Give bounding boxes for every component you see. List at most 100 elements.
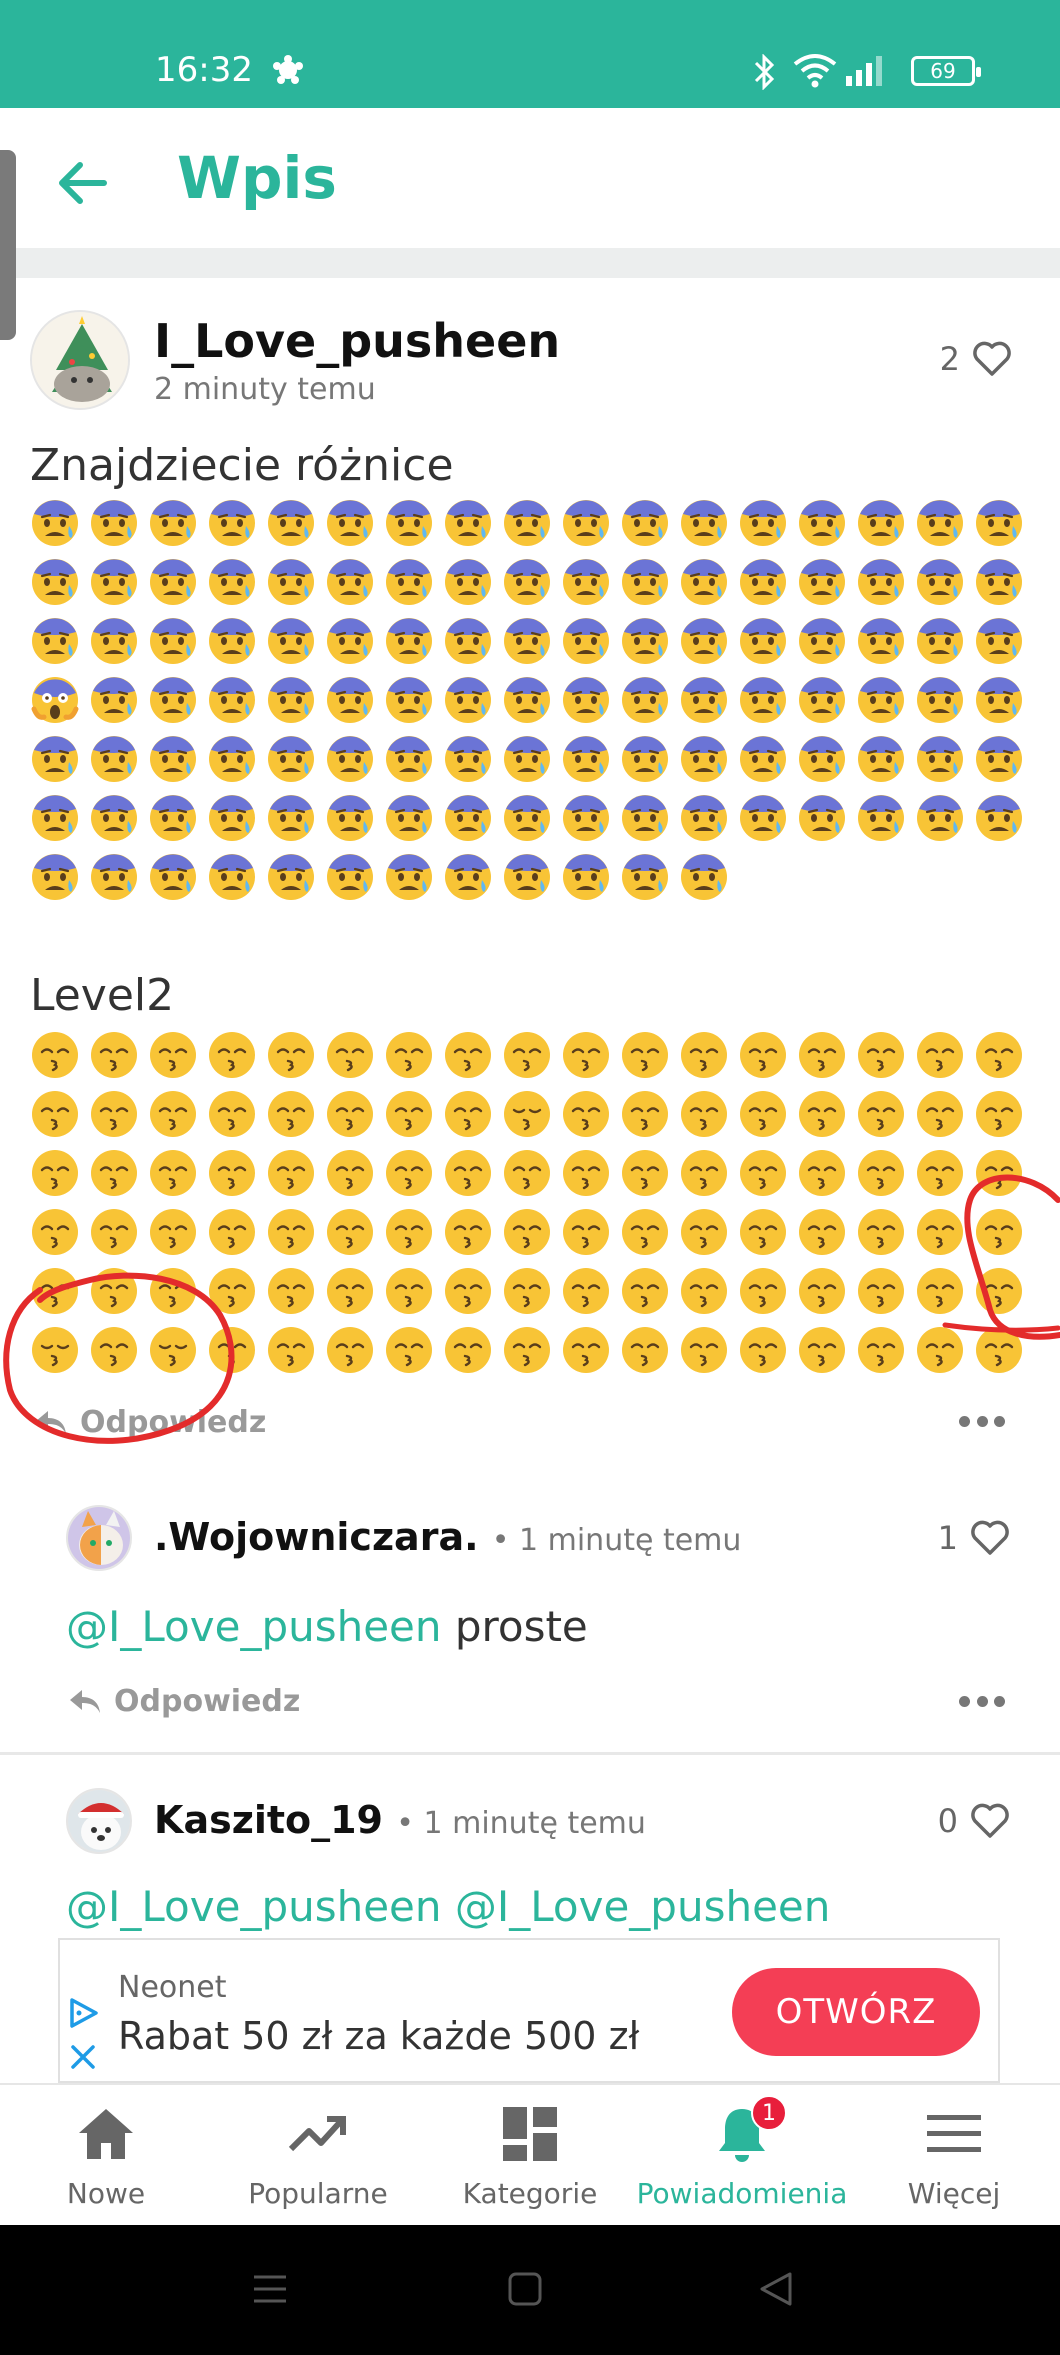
commenter-name[interactable]: Kaszito_19: [154, 1798, 383, 1842]
anxious-face-with-sweat-icon: [858, 795, 904, 841]
ad-open-button[interactable]: OTWÓRZ: [732, 1968, 980, 2056]
anxious-face-with-sweat-icon: [917, 559, 963, 605]
comment-likes[interactable]: 0: [938, 1802, 1010, 1840]
anxious-face-with-sweat-icon: [976, 795, 1022, 841]
nav-label: Więcej: [907, 2177, 1001, 2210]
comment-reply-button[interactable]: Odpowiedz: [68, 1684, 300, 1719]
anxious-face-with-sweat-icon: [799, 618, 845, 664]
anxious-face-with-sweat-icon: [858, 559, 904, 605]
post-likes[interactable]: 2: [940, 340, 1012, 378]
kissing-face-smiling-eyes-icon: [858, 1209, 904, 1255]
comment-body: proste: [441, 1602, 588, 1651]
ad-close-icon[interactable]: [68, 2042, 98, 2072]
ad-banner[interactable]: Neonet Rabat 50 zł za każde 500 zł OTWÓR…: [58, 1938, 1000, 2083]
heart-icon[interactable]: [970, 1520, 1010, 1556]
anxious-face-with-sweat-icon: [622, 854, 668, 900]
edge-panel-handle[interactable]: [0, 150, 16, 340]
back-arrow-icon[interactable]: [52, 158, 112, 208]
anxious-face-with-sweat-icon: [681, 854, 727, 900]
anxious-face-with-sweat-icon: [504, 500, 550, 546]
anxious-face-with-sweat-icon: [327, 500, 373, 546]
anxious-face-with-sweat-icon: [563, 795, 609, 841]
anxious-face-with-sweat-icon: [327, 736, 373, 782]
kissing-face-smiling-eyes-icon: [681, 1150, 727, 1196]
reply-arrow-icon: [70, 1689, 100, 1713]
kissing-face-smiling-eyes-icon: [504, 1150, 550, 1196]
ad-sponsor: Neonet: [118, 1970, 227, 2005]
heart-icon[interactable]: [970, 1803, 1010, 1839]
anxious-face-with-sweat-icon: [917, 500, 963, 546]
anxious-face-with-sweat-icon: [327, 618, 373, 664]
system-back-icon[interactable]: [758, 2271, 794, 2307]
anxious-face-with-sweat-icon: [799, 736, 845, 782]
anxious-face-with-sweat-icon: [799, 677, 845, 723]
kissing-face-smiling-eyes-icon: [740, 1091, 786, 1137]
commenter-username[interactable]: .Wojowniczara. • 1 minutę temu: [154, 1515, 741, 1559]
anxious-face-with-sweat-icon: [327, 677, 373, 723]
comment-more-options[interactable]: [959, 1696, 1005, 1710]
nav-categories[interactable]: Kategorie: [424, 2085, 636, 2225]
kissing-face-smiling-eyes-icon: [150, 1209, 196, 1255]
kissing-face-smiling-eyes-icon: [91, 1150, 137, 1196]
anxious-face-with-sweat-icon: [209, 736, 255, 782]
nav-more[interactable]: Więcej: [848, 2085, 1060, 2225]
anxious-face-with-sweat-icon: [268, 736, 314, 782]
anxious-face-with-sweat-icon: [327, 795, 373, 841]
anxious-face-with-sweat-icon: [858, 677, 904, 723]
kissing-face-smiling-eyes-icon: [858, 1032, 904, 1078]
nav-label: Kategorie: [462, 2177, 598, 2210]
anxious-face-with-sweat-icon: [917, 736, 963, 782]
heart-icon[interactable]: [972, 341, 1012, 377]
kissing-face-smiling-eyes-icon: [563, 1032, 609, 1078]
anxious-face-with-sweat-icon: [150, 854, 196, 900]
anxious-face-with-sweat-icon: [917, 677, 963, 723]
anxious-face-with-sweat-icon: [150, 736, 196, 782]
kissing-face-smiling-eyes-icon: [622, 1209, 668, 1255]
kissing-face-smiling-eyes-icon: [268, 1032, 314, 1078]
kissing-face-smiling-eyes-icon: [386, 1032, 432, 1078]
home-button-icon[interactable]: [507, 2271, 543, 2307]
ad-choices-icon[interactable]: [66, 1996, 100, 2030]
anxious-face-with-sweat-icon: [622, 677, 668, 723]
anxious-face-with-sweat-icon: [504, 559, 550, 605]
anxious-face-with-sweat-icon: [799, 559, 845, 605]
commenter-avatar[interactable]: [66, 1788, 132, 1854]
kissing-face-smiling-eyes-icon: [209, 1032, 255, 1078]
dog-santa-avatar-icon: [68, 1790, 130, 1852]
anxious-face-with-sweat-icon: [740, 795, 786, 841]
anxious-face-with-sweat-icon: [563, 500, 609, 546]
nav-new[interactable]: Nowe: [0, 2085, 212, 2225]
grid-icon: [503, 2107, 557, 2161]
anxious-face-with-sweat-icon: [858, 736, 904, 782]
kissing-face-smiling-eyes-icon: [622, 1268, 668, 1314]
anxious-face-with-sweat-icon: [858, 500, 904, 546]
post-text-line-1: Znajdziecie różnice: [30, 440, 454, 491]
commenter-username[interactable]: Kaszito_19 • 1 minutę temu: [154, 1798, 646, 1842]
kissing-face-smiling-eyes-icon: [740, 1209, 786, 1255]
kissing-face-smiling-eyes-icon: [504, 1327, 550, 1373]
nav-notifications[interactable]: 1 Powiadomienia: [636, 2085, 848, 2225]
kissing-face-smiling-eyes-icon: [858, 1327, 904, 1373]
post-more-options[interactable]: [959, 1416, 1005, 1430]
kissing-face-smiling-eyes-icon: [32, 1091, 78, 1137]
nav-popular[interactable]: Popularne: [212, 2085, 424, 2225]
anxious-face-with-sweat-icon: [445, 795, 491, 841]
user-mention-link[interactable]: @I_Love_pusheen: [66, 1602, 442, 1651]
author-avatar[interactable]: [30, 310, 130, 410]
user-mention-link[interactable]: @I_Love_pusheen @I_Love_pusheen: [66, 1882, 830, 1931]
anxious-face-with-sweat-icon: [976, 736, 1022, 782]
anxious-face-with-sweat-icon: [681, 795, 727, 841]
kissing-face-smiling-eyes-icon: [622, 1150, 668, 1196]
nav-label: Powiadomienia: [636, 2177, 848, 2210]
commenter-name[interactable]: .Wojowniczara.: [154, 1515, 479, 1559]
kissing-face-smiling-eyes-icon: [150, 1150, 196, 1196]
kissing-face-smiling-eyes-icon: [386, 1327, 432, 1373]
anxious-face-with-sweat-icon: [445, 854, 491, 900]
kissing-face-smiling-eyes-icon: [209, 1150, 255, 1196]
comment-likes[interactable]: 1: [938, 1519, 1010, 1557]
commenter-avatar[interactable]: [66, 1505, 132, 1571]
anxious-face-with-sweat-icon: [32, 618, 78, 664]
comment-text: @I_Love_pusheen proste: [66, 1602, 588, 1651]
recent-apps-icon[interactable]: [252, 2271, 288, 2307]
author-username[interactable]: I_Love_pusheen: [154, 314, 560, 368]
